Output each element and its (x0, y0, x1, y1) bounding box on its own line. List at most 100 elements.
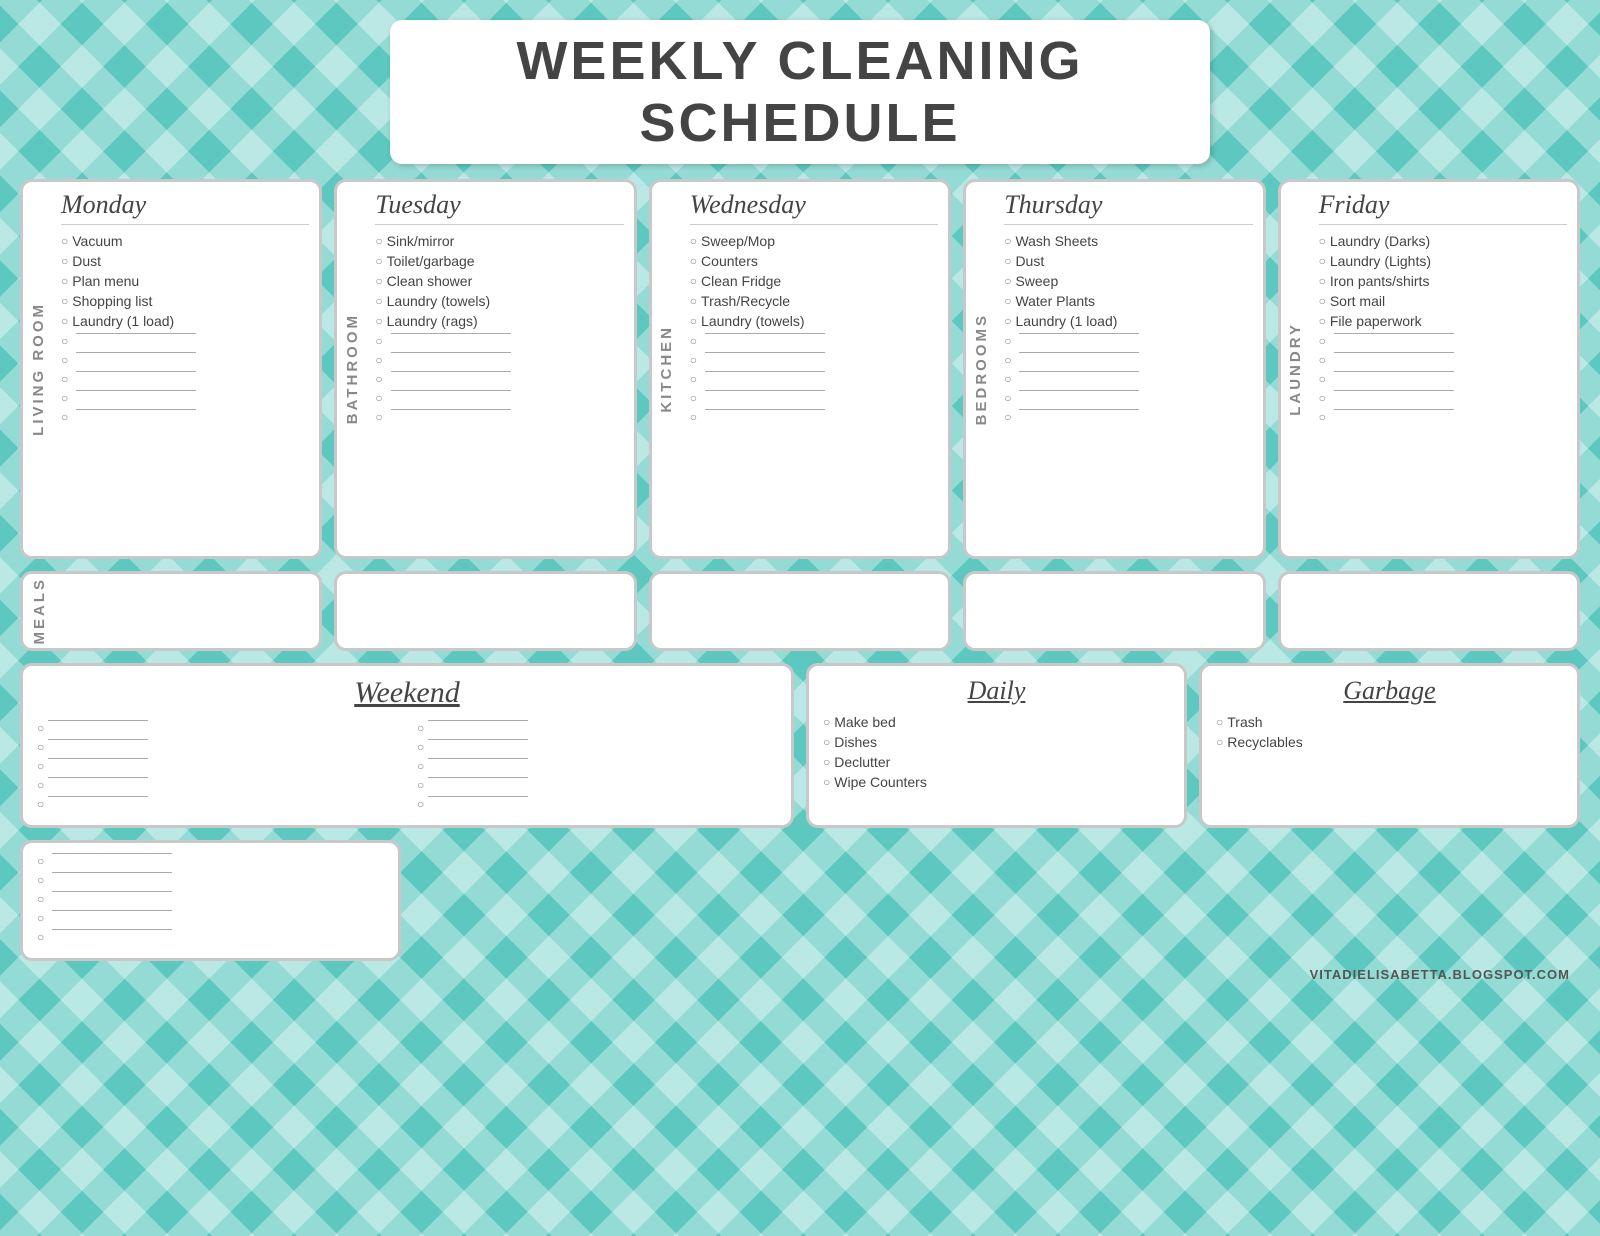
list-item (417, 777, 777, 792)
friday-label-vertical: LAUNDRY (1281, 182, 1311, 556)
list-item (690, 333, 938, 348)
list-item: Laundry (Lights) (1319, 253, 1567, 269)
list-item (1004, 371, 1252, 386)
list-item (61, 409, 309, 424)
list-item (37, 929, 384, 944)
list-item (1319, 371, 1567, 386)
list-item: File paperwork (1319, 313, 1567, 329)
weekend-col2 (417, 720, 777, 815)
list-item: Sort mail (1319, 293, 1567, 309)
list-item: Trash (1216, 714, 1563, 730)
watermark: VITADIELISABETTA.BLOGSPOT.COM (20, 967, 1580, 982)
list-item: Make bed (823, 714, 1170, 730)
list-item (37, 720, 397, 735)
title-box: WEEKLY CLEANING SCHEDULE (390, 20, 1210, 164)
meals-empty-2 (649, 571, 951, 651)
list-item (375, 333, 623, 348)
friday-card: LAUNDRY Friday Laundry (Darks) Laundry (… (1278, 179, 1580, 559)
wednesday-label-vertical: KITCHEN (652, 182, 682, 556)
extra-blanks (37, 853, 384, 944)
tuesday-tasks: Sink/mirror Toilet/garbage Clean shower … (375, 233, 623, 424)
daily-tasks: Make bed Dishes Declutter Wipe Counters (823, 714, 1170, 790)
weekend-col1 (37, 720, 397, 815)
meals-label-card: MEALS (20, 571, 322, 651)
list-item (1319, 409, 1567, 424)
list-item: Iron pants/shirts (1319, 273, 1567, 289)
list-item: Dishes (823, 734, 1170, 750)
list-item (61, 352, 309, 367)
wednesday-card: KITCHEN Wednesday Sweep/Mop Counters Cle… (649, 179, 951, 559)
list-item: Sweep/Mop (690, 233, 938, 249)
thursday-card: BEDROOMS Thursday Wash Sheets Dust Sweep… (963, 179, 1265, 559)
list-item: Wash Sheets (1004, 233, 1252, 249)
list-item: Plan menu (61, 273, 309, 289)
list-item (1004, 352, 1252, 367)
list-item (375, 352, 623, 367)
page-title: WEEKLY CLEANING SCHEDULE (420, 30, 1180, 154)
list-item (61, 390, 309, 405)
list-item (690, 409, 938, 424)
extra-card (20, 840, 401, 961)
list-item (61, 333, 309, 348)
list-item (1319, 333, 1567, 348)
monday-tasks: Vacuum Dust Plan menu Shopping list Laun… (61, 233, 309, 424)
list-item (375, 390, 623, 405)
weekend-title: Weekend (37, 676, 777, 710)
list-item (37, 910, 384, 925)
meals-empty-4 (1278, 571, 1580, 651)
list-item: Toilet/garbage (375, 253, 623, 269)
list-item: Dust (1004, 253, 1252, 269)
weekend-card: Weekend (20, 663, 794, 828)
list-item (417, 758, 777, 773)
list-item (37, 758, 397, 773)
list-item (37, 739, 397, 754)
list-item: Laundry (towels) (690, 313, 938, 329)
list-item (690, 371, 938, 386)
list-item (1004, 390, 1252, 405)
tuesday-card: BATHROOM Tuesday Sink/mirror Toilet/garb… (334, 179, 636, 559)
list-item (375, 371, 623, 386)
list-item: Declutter (823, 754, 1170, 770)
list-item (1004, 333, 1252, 348)
list-item: Clean Fridge (690, 273, 938, 289)
list-item: Vacuum (61, 233, 309, 249)
list-item (1004, 409, 1252, 424)
list-item: Clean shower (375, 273, 623, 289)
meals-empty-3 (963, 571, 1265, 651)
list-item: Water Plants (1004, 293, 1252, 309)
monday-title: Monday (61, 190, 309, 225)
daily-card: Daily Make bed Dishes Declutter Wipe Cou… (806, 663, 1187, 828)
list-item (375, 409, 623, 424)
garbage-card: Garbage Trash Recyclables (1199, 663, 1580, 828)
list-item (417, 720, 777, 735)
list-item: Recyclables (1216, 734, 1563, 750)
friday-tasks: Laundry (Darks) Laundry (Lights) Iron pa… (1319, 233, 1567, 424)
list-item: Laundry (towels) (375, 293, 623, 309)
list-item: Laundry (1 load) (1004, 313, 1252, 329)
list-item: Counters (690, 253, 938, 269)
wednesday-tasks: Sweep/Mop Counters Clean Fridge Trash/Re… (690, 233, 938, 424)
list-item (37, 796, 397, 811)
list-item (37, 872, 384, 887)
meals-empty-1 (334, 571, 636, 651)
daily-title: Daily (823, 676, 1170, 706)
weekend-content (37, 720, 777, 815)
list-item (37, 853, 384, 868)
list-item: Dust (61, 253, 309, 269)
thursday-tasks: Wash Sheets Dust Sweep Water Plants Laun… (1004, 233, 1252, 424)
list-item: Laundry (1 load) (61, 313, 309, 329)
meals-label: MEALS (31, 577, 48, 645)
list-item (690, 352, 938, 367)
list-item: Laundry (rags) (375, 313, 623, 329)
list-item (1319, 390, 1567, 405)
days-grid: LIVING ROOM Monday Vacuum Dust Plan menu… (20, 179, 1580, 559)
monday-label-vertical: LIVING ROOM (23, 182, 53, 556)
monday-card: LIVING ROOM Monday Vacuum Dust Plan menu… (20, 179, 322, 559)
friday-title: Friday (1319, 190, 1567, 225)
list-item (690, 390, 938, 405)
list-item: Laundry (Darks) (1319, 233, 1567, 249)
garbage-title: Garbage (1216, 676, 1563, 706)
list-item (1319, 352, 1567, 367)
meals-row: MEALS (20, 571, 1580, 651)
list-item: Wipe Counters (823, 774, 1170, 790)
